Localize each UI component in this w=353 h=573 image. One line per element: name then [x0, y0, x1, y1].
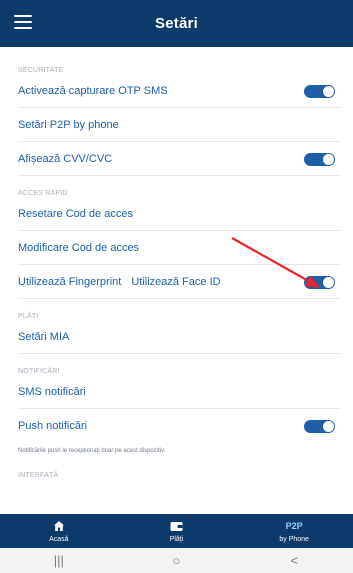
setting-push-notifications[interactable]: Push notificări — [18, 409, 341, 442]
setting-label: Resetare Cod de acces — [18, 207, 133, 220]
hamburger-menu-icon[interactable] — [14, 15, 32, 29]
toggle-knob — [323, 154, 334, 165]
section-title-interfata: INTERFAȚĂ — [18, 472, 59, 479]
otp-sms-toggle[interactable] — [304, 85, 335, 98]
setting-p2p-phone[interactable]: Setări P2P by phone — [18, 108, 341, 142]
push-notifications-note: Notificările push le recepționați doar p… — [18, 448, 166, 454]
toggle-knob — [323, 421, 334, 432]
push-notifications-toggle[interactable] — [304, 420, 335, 433]
p2p-icon: P2P — [285, 521, 303, 531]
settings-list: SECURITATE Activează capturare OTP SMS S… — [0, 47, 353, 514]
system-navigation-bar: ||| ○ < — [0, 548, 353, 573]
biometrics-toggle[interactable] — [304, 276, 335, 289]
section-title-plati: PLĂȚI — [18, 313, 39, 320]
setting-label: Afișează CVV/CVC — [18, 152, 113, 165]
setting-mia[interactable]: Setări MIA — [18, 320, 341, 354]
setting-label: Push notificări — [18, 419, 88, 432]
app-header: Setări — [0, 0, 353, 47]
home-icon — [53, 521, 64, 531]
setting-label: Setări MIA — [18, 330, 70, 343]
wallet-icon — [170, 521, 183, 531]
show-cvv-toggle[interactable] — [304, 153, 335, 166]
setting-sms-notifications[interactable]: SMS notificări — [18, 375, 341, 409]
setting-label: Modificare Cod de acces — [18, 241, 140, 254]
toggle-knob — [323, 277, 334, 288]
section-title-acces-rapid: ACCES RAPID — [18, 190, 68, 197]
setting-change-access-code[interactable]: Modificare Cod de acces — [18, 231, 341, 265]
section-title-securitate: SECURITATE — [18, 67, 64, 74]
tab-acasa[interactable]: Acasă — [0, 514, 118, 548]
section-title-notificari: NOTIFICĂRI — [18, 368, 60, 375]
tab-label: Plăți — [169, 535, 184, 543]
tab-plati[interactable]: Plăți — [118, 514, 236, 548]
tab-p2p-by-phone[interactable]: P2P by Phone — [235, 514, 353, 548]
setting-biometrics[interactable]: Utilizează Fingerprint Utilizează Face I… — [18, 265, 341, 299]
tab-label: Acasă — [49, 535, 69, 543]
page-title: Setări — [155, 15, 198, 32]
setting-label: Setări P2P by phone — [18, 118, 119, 131]
setting-label: SMS notificări — [18, 385, 86, 398]
toggle-knob — [323, 86, 334, 97]
fingerprint-label: Utilizează Fingerprint — [18, 275, 122, 288]
home-button[interactable]: ○ — [146, 553, 206, 568]
setting-label: Activează capturare OTP SMS — [18, 84, 168, 97]
setting-otp-sms[interactable]: Activează capturare OTP SMS — [18, 74, 341, 108]
setting-show-cvv[interactable]: Afișează CVV/CVC — [18, 142, 341, 176]
bottom-tab-bar: Acasă Plăți P2P by Phone — [0, 514, 353, 548]
recents-button[interactable]: ||| — [29, 553, 89, 568]
setting-reset-access-code[interactable]: Resetare Cod de acces — [18, 197, 341, 231]
back-button[interactable]: < — [264, 553, 324, 568]
tab-label: by Phone — [279, 535, 309, 543]
